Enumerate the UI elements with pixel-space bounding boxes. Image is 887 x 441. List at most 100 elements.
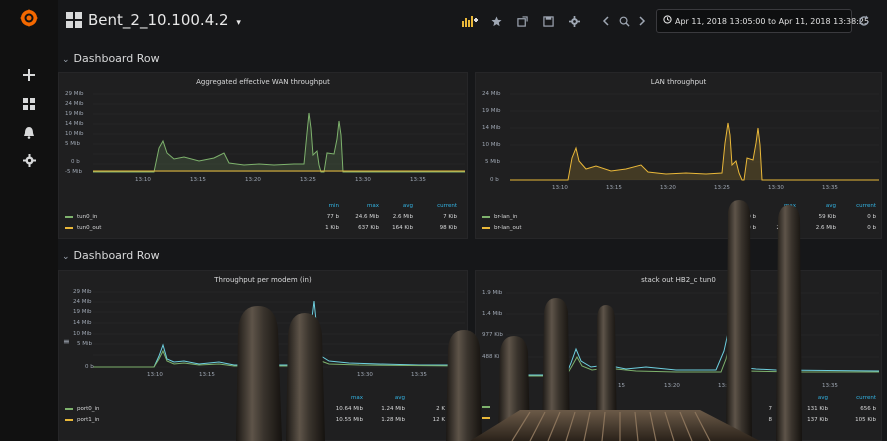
dashboards-icon[interactable] bbox=[66, 12, 82, 28]
settings-icon[interactable] bbox=[562, 10, 586, 32]
legend-value: 137 Kib bbox=[807, 417, 828, 423]
legend-header[interactable]: current bbox=[421, 203, 457, 209]
y-tick: 5 Mib bbox=[65, 141, 81, 147]
legend-header[interactable]: avg bbox=[377, 395, 405, 401]
series-name: br-lan_out bbox=[494, 225, 522, 231]
legend-value: 8 bbox=[768, 417, 773, 423]
legend-header[interactable]: avg bbox=[798, 395, 828, 401]
dashboards-icon[interactable] bbox=[21, 96, 37, 112]
graph-panel-throughput-per-modem[interactable]: Throughput per modem (in) ≡ 29 Mib 24 Mi… bbox=[58, 270, 468, 441]
legend-header[interactable]: max bbox=[766, 203, 796, 209]
legend-value: 12 K bbox=[432, 417, 445, 423]
plus-icon[interactable] bbox=[21, 67, 37, 83]
stack-out-graph bbox=[506, 292, 880, 377]
star-icon[interactable] bbox=[484, 10, 508, 32]
series-name: br-lan_in bbox=[494, 214, 518, 220]
refresh-icon[interactable] bbox=[855, 12, 873, 30]
legend-item[interactable]: port0_in bbox=[65, 406, 100, 412]
bell-icon[interactable] bbox=[21, 124, 37, 140]
x-tick: 13:35 bbox=[822, 383, 838, 389]
legend-item[interactable]: br-lan_in bbox=[482, 214, 518, 220]
x-tick: 13:20 bbox=[660, 185, 676, 191]
series-name: port0_in bbox=[77, 406, 100, 412]
row-title-text: Dashboard Row bbox=[73, 52, 160, 65]
legend-header[interactable]: avg bbox=[385, 203, 413, 209]
series-swatch bbox=[65, 408, 73, 410]
gear-icon[interactable] bbox=[21, 152, 37, 168]
series-name: port1_in bbox=[77, 417, 100, 423]
legend-value: 637 Kib bbox=[358, 225, 379, 231]
chevron-down-icon: ⌄ bbox=[62, 252, 70, 262]
legend-header[interactable]: max bbox=[345, 203, 379, 209]
sidebar bbox=[0, 0, 58, 441]
grafana-logo-icon[interactable] bbox=[19, 8, 39, 28]
legend-value: 59 Kib bbox=[818, 214, 836, 220]
legend-header[interactable]: current bbox=[840, 203, 876, 209]
legend-value: 2 bbox=[776, 225, 781, 231]
legend-header[interactable]: avg bbox=[806, 203, 836, 209]
legend-value: 0 b bbox=[867, 225, 876, 231]
legend-value: 10.55 Mib bbox=[335, 417, 363, 423]
y-tick: 10 Mib bbox=[482, 142, 501, 148]
legend-header[interactable]: current bbox=[836, 395, 876, 401]
graph-panel-lan-throughput[interactable]: LAN throughput 24 Mib 19 Mib 14 Mib 10 M… bbox=[475, 72, 882, 239]
y-tick: 29 Mib bbox=[65, 91, 84, 97]
x-tick: 15 bbox=[618, 383, 625, 389]
x-tick: 13:35 bbox=[410, 177, 426, 183]
legend-value: 24.6 Mib bbox=[355, 214, 379, 220]
x-tick: 13:15 bbox=[199, 372, 215, 378]
save-icon[interactable] bbox=[536, 10, 560, 32]
x-tick: 13:25 bbox=[714, 185, 730, 191]
y-tick: -5 Mib bbox=[65, 169, 82, 175]
x-tick: 13:35 bbox=[822, 185, 838, 191]
series-swatch bbox=[65, 419, 73, 421]
x-tick: 13:20 bbox=[245, 177, 261, 183]
x-tick: 13:30 bbox=[357, 372, 373, 378]
graph-panel-wan-throughput[interactable]: Aggregated effective WAN throughput 29 M… bbox=[58, 72, 468, 239]
legend-item[interactable] bbox=[482, 417, 494, 419]
legend-value: 1.28 Mib bbox=[381, 417, 405, 423]
dashboard-row-title[interactable]: ⌄ Dashboard Row bbox=[62, 249, 160, 262]
legend-item[interactable]: tun0_out bbox=[65, 225, 101, 231]
legend-item[interactable] bbox=[482, 406, 494, 408]
legend-value: 7 bbox=[768, 406, 773, 412]
clock-icon bbox=[663, 15, 672, 27]
chevron-down-icon: ▾ bbox=[236, 18, 241, 28]
throughput-per-modem-graph bbox=[93, 291, 466, 368]
y-tick: 5 Mib bbox=[77, 341, 93, 347]
legend-item[interactable]: tun0_in bbox=[65, 214, 97, 220]
x-tick: 13:35 bbox=[411, 372, 427, 378]
legend-header[interactable]: max bbox=[329, 395, 363, 401]
chevron-down-icon: ⌄ bbox=[62, 55, 70, 65]
y-tick: 14 Mib bbox=[65, 121, 84, 127]
y-tick: 24 Mib bbox=[73, 299, 92, 305]
legend-value: 2.6 Mib bbox=[392, 214, 413, 220]
chevron-right-icon[interactable] bbox=[630, 10, 654, 32]
legend-item[interactable]: br-lan_out bbox=[482, 225, 522, 231]
legend-value: 105 Kib bbox=[855, 417, 876, 423]
legend-value: 2 K bbox=[436, 406, 445, 412]
series-name: tun0_in bbox=[77, 214, 98, 220]
y-tick: 10 Mib bbox=[73, 331, 92, 337]
y-tick: 1.9 Mib bbox=[482, 290, 503, 296]
y-tick: 19 Mib bbox=[482, 108, 501, 114]
add-panel-icon[interactable] bbox=[458, 10, 482, 32]
x-tick: 13:30 bbox=[355, 177, 371, 183]
y-tick: 24 Mib bbox=[65, 101, 84, 107]
y-tick: 14 Mib bbox=[482, 125, 501, 131]
x-tick: 13:10 bbox=[147, 372, 163, 378]
series-swatch bbox=[482, 417, 490, 419]
legend-header[interactable]: curre bbox=[429, 395, 465, 401]
legend-item[interactable]: port1_in bbox=[65, 417, 100, 423]
series-name: tun0_out bbox=[77, 225, 102, 231]
share-icon[interactable] bbox=[510, 10, 534, 32]
legend-value: 2.6 Mib bbox=[815, 225, 836, 231]
series-swatch bbox=[65, 227, 73, 229]
time-range-text: Apr 11, 2018 13:05:00 to Apr 11, 2018 13… bbox=[675, 16, 870, 26]
graph-panel-stack-out[interactable]: stack out HB2_c tun0 1.9 Mib 1.4 Mib 977… bbox=[475, 270, 882, 441]
time-range-picker[interactable]: Apr 11, 2018 13:05:00 to Apr 11, 2018 13… bbox=[656, 9, 869, 33]
legend-value: 0 b bbox=[747, 214, 756, 220]
dashboard-title[interactable]: Bent_2_10.100.4.2 ▾ bbox=[88, 11, 241, 29]
legend-header[interactable]: min bbox=[309, 203, 339, 209]
dashboard-row-title[interactable]: ⌄ Dashboard Row bbox=[62, 52, 160, 65]
